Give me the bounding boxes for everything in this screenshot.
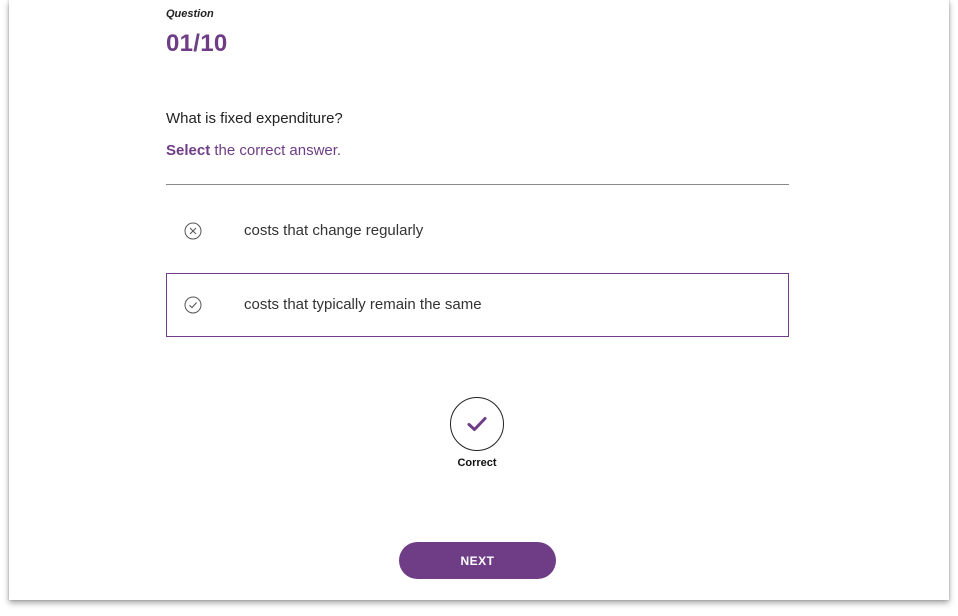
question-caption: Question <box>166 8 214 20</box>
next-button[interactable]: NEXT <box>399 542 556 579</box>
divider <box>166 184 789 185</box>
feedback-label: Correct <box>457 457 497 469</box>
answer-option-label: costs that change regularly <box>244 222 424 239</box>
check-circle-icon <box>184 296 202 314</box>
instruction-strong: Select <box>166 142 211 159</box>
question-counter: 01/10 <box>166 30 228 57</box>
answer-option-label: costs that typically remain the same <box>244 296 482 313</box>
quiz-card: Question 01/10 What is fixed expenditure… <box>9 0 949 600</box>
instruction-rest: the correct answer. <box>210 142 342 159</box>
checkmark-icon <box>450 397 504 451</box>
answer-option-2[interactable]: costs that typically remain the same <box>166 273 789 337</box>
question-text: What is fixed expenditure? <box>166 110 343 127</box>
quiz-window: Question 01/10 What is fixed expenditure… <box>0 0 958 616</box>
x-circle-icon <box>184 222 202 240</box>
feedback: Correct <box>449 397 505 469</box>
quiz-content: Question 01/10 What is fixed expenditure… <box>166 0 789 600</box>
answer-option-1[interactable]: costs that change regularly <box>166 199 789 263</box>
instruction-text: Select the correct answer. <box>166 142 341 159</box>
